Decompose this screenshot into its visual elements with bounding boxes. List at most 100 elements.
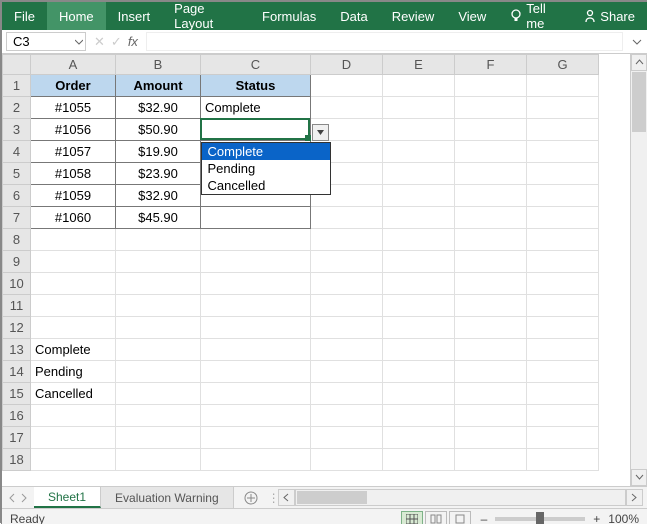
cell-B1[interactable]: Amount	[116, 75, 201, 97]
cell-D12[interactable]	[311, 317, 383, 339]
cell-A9[interactable]	[31, 251, 116, 273]
cell-G1[interactable]	[527, 75, 599, 97]
cell-A17[interactable]	[31, 427, 116, 449]
cell-D7[interactable]	[311, 207, 383, 229]
cell-C15[interactable]	[201, 383, 311, 405]
cell-A3[interactable]: #1056	[31, 119, 116, 141]
cell-E9[interactable]	[383, 251, 455, 273]
cell-F1[interactable]	[455, 75, 527, 97]
spreadsheet-grid[interactable]: ABCDEFG1OrderAmountStatus2#1055$32.90Com…	[2, 54, 630, 486]
cell-A13[interactable]: Complete	[31, 339, 116, 361]
cell-C2[interactable]: Complete	[201, 97, 311, 119]
cell-E11[interactable]	[383, 295, 455, 317]
cell-D15[interactable]	[311, 383, 383, 405]
cell-G5[interactable]	[527, 163, 599, 185]
cell-G12[interactable]	[527, 317, 599, 339]
hscroll-left-button[interactable]	[278, 489, 295, 506]
cell-A7[interactable]: #1060	[31, 207, 116, 229]
row-header-14[interactable]: 14	[3, 361, 31, 383]
cell-F16[interactable]	[455, 405, 527, 427]
cell-A15[interactable]: Cancelled	[31, 383, 116, 405]
cell-C1[interactable]: Status	[201, 75, 311, 97]
horizontal-scrollbar[interactable]	[278, 489, 643, 506]
row-header-13[interactable]: 13	[3, 339, 31, 361]
cell-G13[interactable]	[527, 339, 599, 361]
sheet-tab-evaluation-warning[interactable]: Evaluation Warning	[101, 487, 234, 508]
select-all-corner[interactable]	[3, 55, 31, 75]
cell-E14[interactable]	[383, 361, 455, 383]
cell-C9[interactable]	[201, 251, 311, 273]
ribbon-tab-data[interactable]: Data	[328, 2, 379, 30]
dropdown-option-pending[interactable]: Pending	[202, 160, 330, 177]
cell-C18[interactable]	[201, 449, 311, 471]
cell-C11[interactable]	[201, 295, 311, 317]
cell-D17[interactable]	[311, 427, 383, 449]
row-header-9[interactable]: 9	[3, 251, 31, 273]
cell-E7[interactable]	[383, 207, 455, 229]
cell-D8[interactable]	[311, 229, 383, 251]
row-header-12[interactable]: 12	[3, 317, 31, 339]
cell-F9[interactable]	[455, 251, 527, 273]
cell-G7[interactable]	[527, 207, 599, 229]
cell-A14[interactable]: Pending	[31, 361, 116, 383]
cell-E12[interactable]	[383, 317, 455, 339]
cell-A8[interactable]	[31, 229, 116, 251]
cell-G18[interactable]	[527, 449, 599, 471]
fx-icon[interactable]: fx	[128, 34, 138, 49]
cell-F11[interactable]	[455, 295, 527, 317]
cell-F4[interactable]	[455, 141, 527, 163]
cell-G15[interactable]	[527, 383, 599, 405]
cell-E8[interactable]	[383, 229, 455, 251]
cell-G11[interactable]	[527, 295, 599, 317]
cell-G8[interactable]	[527, 229, 599, 251]
row-header-11[interactable]: 11	[3, 295, 31, 317]
add-sheet-button[interactable]	[234, 487, 268, 508]
row-header-6[interactable]: 6	[3, 185, 31, 207]
cell-F13[interactable]	[455, 339, 527, 361]
cell-G16[interactable]	[527, 405, 599, 427]
row-header-16[interactable]: 16	[3, 405, 31, 427]
cell-B11[interactable]	[116, 295, 201, 317]
cell-C8[interactable]	[201, 229, 311, 251]
cell-F10[interactable]	[455, 273, 527, 295]
cell-B5[interactable]: $23.90	[116, 163, 201, 185]
cell-D9[interactable]	[311, 251, 383, 273]
sheet-tab-sheet1[interactable]: Sheet1	[34, 487, 101, 508]
cell-G9[interactable]	[527, 251, 599, 273]
cell-B7[interactable]: $45.90	[116, 207, 201, 229]
cell-E5[interactable]	[383, 163, 455, 185]
hscroll-thumb[interactable]	[297, 491, 367, 504]
view-page-layout-button[interactable]	[425, 511, 447, 524]
cell-F6[interactable]	[455, 185, 527, 207]
cell-B15[interactable]	[116, 383, 201, 405]
row-header-4[interactable]: 4	[3, 141, 31, 163]
cell-B14[interactable]	[116, 361, 201, 383]
cell-E2[interactable]	[383, 97, 455, 119]
data-validation-dropdown-button[interactable]	[312, 124, 329, 141]
cell-B17[interactable]	[116, 427, 201, 449]
cell-D18[interactable]	[311, 449, 383, 471]
cell-A2[interactable]: #1055	[31, 97, 116, 119]
cell-A18[interactable]	[31, 449, 116, 471]
ribbon-tab-home[interactable]: Home	[47, 2, 106, 30]
cell-F12[interactable]	[455, 317, 527, 339]
row-header-15[interactable]: 15	[3, 383, 31, 405]
name-box[interactable]: C3	[6, 32, 86, 51]
cell-B13[interactable]	[116, 339, 201, 361]
cell-F8[interactable]	[455, 229, 527, 251]
column-header-E[interactable]: E	[383, 55, 455, 75]
column-header-F[interactable]: F	[455, 55, 527, 75]
cell-E13[interactable]	[383, 339, 455, 361]
cell-E15[interactable]	[383, 383, 455, 405]
cell-E6[interactable]	[383, 185, 455, 207]
cell-G10[interactable]	[527, 273, 599, 295]
scroll-thumb[interactable]	[632, 72, 646, 132]
cell-D1[interactable]	[311, 75, 383, 97]
row-header-10[interactable]: 10	[3, 273, 31, 295]
ribbon-tab-review[interactable]: Review	[380, 2, 447, 30]
cell-F15[interactable]	[455, 383, 527, 405]
vertical-scrollbar[interactable]	[630, 54, 647, 486]
column-header-B[interactable]: B	[116, 55, 201, 75]
view-normal-button[interactable]	[401, 511, 423, 524]
cell-F3[interactable]	[455, 119, 527, 141]
